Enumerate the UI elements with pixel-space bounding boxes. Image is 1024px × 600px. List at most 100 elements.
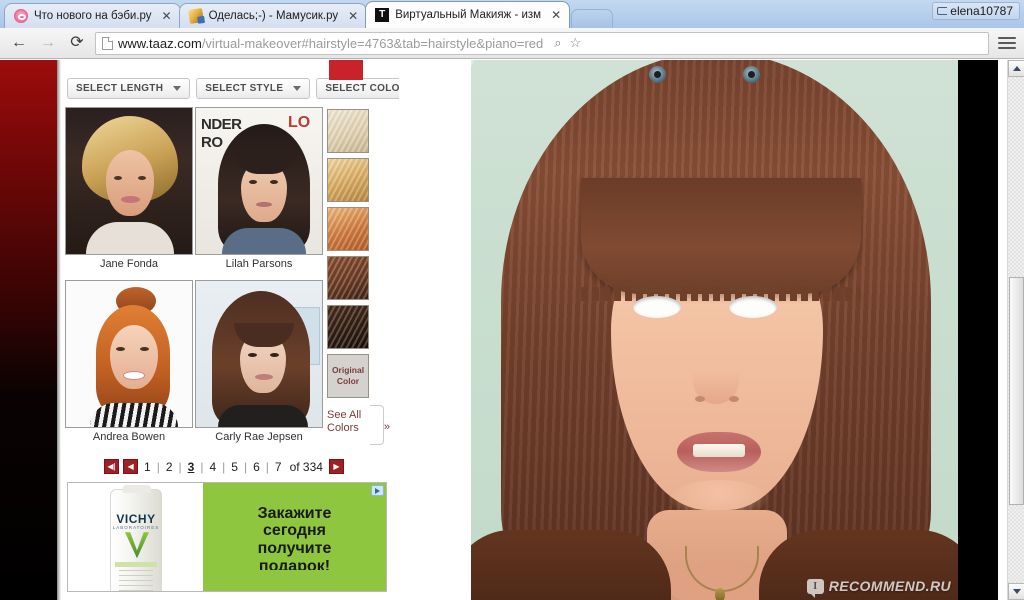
baby-ru-icon <box>14 9 28 23</box>
pagination-separator: | <box>265 459 269 474</box>
speech-bubble-icon: I <box>806 578 824 598</box>
color-swatch-original[interactable]: Original Color <box>327 354 369 398</box>
browser-tab-3-active[interactable]: T Виртуальный Макияж - изм ✕ <box>365 1 571 28</box>
hairstyle-name: Andrea Bowen <box>92 431 166 444</box>
chevron-up-icon <box>1012 66 1021 71</box>
select-color-label: SELECT COLOR <box>325 83 408 94</box>
tab-close-icon[interactable]: ✕ <box>162 9 172 23</box>
hairstyle-name: Carly Rae Jepsen <box>215 431 303 444</box>
profile-chip[interactable]: elena10787 <box>932 2 1020 20</box>
pagination-separator: | <box>178 459 182 474</box>
hair-color-swatch-column: Original Color See All Colors » <box>327 107 390 449</box>
chrome-menu-icon[interactable] <box>998 33 1016 53</box>
pagination-page-1[interactable]: 1 <box>142 460 153 474</box>
ad-line-3: получите <box>257 539 332 557</box>
vertical-scrollbar[interactable] <box>1007 60 1024 600</box>
hairstyle-card[interactable]: Andrea Bowen <box>65 280 193 449</box>
pagination-page-4[interactable]: 4 <box>207 460 218 474</box>
mamusik-ru-icon <box>187 8 204 24</box>
chevron-down-icon <box>173 86 182 91</box>
bookmark-star-icon[interactable]: ☆ <box>570 35 582 51</box>
scroll-down-button[interactable] <box>1008 583 1024 600</box>
browser-tab-2[interactable]: Оделась;-) - Мамусик.ру ✕ <box>178 3 368 28</box>
pagination-next-button[interactable]: ▶ <box>328 459 344 475</box>
photo-teeth <box>693 444 745 457</box>
pagination-prev-button[interactable]: ◀ <box>123 459 139 475</box>
tab-title: Оделась;-) - Мамусик.ру <box>208 10 339 22</box>
ad-line-1: Закажите <box>257 504 332 522</box>
scrollbar-thumb[interactable] <box>1009 277 1024 505</box>
hairstyle-card[interactable]: Carly Rae Jepsen <box>195 280 323 449</box>
hairstyle-thumbnail-carly-rae-jepsen[interactable] <box>195 280 323 429</box>
omnibox-icons: ⌕ ☆ <box>554 35 581 51</box>
tab-close-icon[interactable]: ✕ <box>551 8 561 22</box>
thumb-poster-text: NDER <box>201 116 242 133</box>
page-viewport: SELECT LENGTH SELECT STYLE SELECT COLOR <box>0 60 1024 600</box>
original-color-label: Original Color <box>331 365 365 386</box>
pagination-first-button[interactable]: ◀| <box>104 459 120 475</box>
photo-nostril-right <box>729 396 739 402</box>
thumb-poster-text: RO <box>201 134 223 151</box>
photo-pupil-left <box>654 71 661 78</box>
thumbnail-art <box>66 281 192 428</box>
hairstyle-panel: SELECT LENGTH SELECT STYLE SELECT COLOR <box>61 60 435 600</box>
hairstyle-card[interactable]: NDER RO LO Lilah Parsons <box>195 107 323 276</box>
ad-copy-panel[interactable]: Закажите сегодня получите подарок! <box>203 483 386 592</box>
pagination-page-3-current[interactable]: 3 <box>186 460 197 474</box>
new-tab-button[interactable] <box>571 9 614 28</box>
select-length-dropdown[interactable]: SELECT LENGTH <box>67 78 191 99</box>
select-style-dropdown[interactable]: SELECT STYLE <box>196 78 311 99</box>
url-path: /virtual-makeover#hairstyle=4763&tab=hai… <box>201 35 544 51</box>
scrollbar-track[interactable] <box>1008 77 1024 583</box>
browser-tab-1[interactable]: Что нового на бэби.ру ✕ <box>4 3 181 28</box>
hairstyle-thumbnail-jane-fonda[interactable] <box>65 107 193 255</box>
search-icon[interactable]: ⌕ <box>554 35 561 51</box>
photo-eyebrow-left <box>629 286 683 293</box>
url-text: www.taaz.com/virtual-makeover#hairstyle=… <box>118 36 543 51</box>
pagination-page-2[interactable]: 2 <box>164 460 175 474</box>
back-button[interactable]: ← <box>8 32 30 54</box>
color-swatch-platinum-blonde[interactable] <box>327 109 369 153</box>
makeover-photo[interactable]: I RECOMMEND.RU <box>471 60 959 600</box>
page-left-gutter <box>0 60 57 600</box>
thumbnail-art <box>196 281 322 428</box>
profile-icon <box>937 7 948 15</box>
thumbnail-art: NDER RO LO <box>196 108 322 254</box>
watermark-text: RECOMMEND.RU <box>828 578 951 594</box>
recommend-ru-watermark: I RECOMMEND.RU <box>806 578 951 598</box>
color-swatch-medium-brown[interactable] <box>327 256 369 300</box>
makeover-preview-pane: I RECOMMEND.RU <box>399 60 998 600</box>
color-swatch-dark-brown[interactable] <box>327 305 369 349</box>
color-swatch-copper-red[interactable] <box>327 207 369 251</box>
ad-line-4: подарок! <box>258 557 331 570</box>
hairstyle-card[interactable]: Jane Fonda <box>65 107 193 276</box>
tab-close-icon[interactable]: ✕ <box>348 9 358 23</box>
taaz-t-icon: T <box>375 8 390 22</box>
see-all-tab-shape <box>370 405 384 445</box>
forward-button[interactable]: → <box>37 32 59 54</box>
pagination-total-label: of 334 <box>289 459 323 474</box>
color-swatch-golden-blonde[interactable] <box>327 158 369 202</box>
hairstyle-grid: Jane Fonda NDER RO LO Lilah Parsons Andr… <box>65 107 323 449</box>
chevron-down-icon <box>293 86 302 91</box>
browser-window: Что нового на бэби.ру ✕ Оделась;-) - Мам… <box>0 0 1024 600</box>
see-all-colors-link[interactable]: See All Colors » <box>327 405 390 445</box>
hairstyle-thumbnail-lilah-parsons[interactable]: NDER RO LO <box>195 107 323 255</box>
adchoices-icon[interactable] <box>371 485 384 497</box>
photo-hair-left-fall <box>471 530 671 600</box>
advertisement-banner[interactable]: VICHY LABORATOIRES Закажите сегодня полу… <box>67 482 387 593</box>
pagination-page-6[interactable]: 6 <box>251 460 262 474</box>
pagination-separator: | <box>222 459 226 474</box>
reload-button[interactable]: ⟳ <box>66 32 88 54</box>
pagination-page-5[interactable]: 5 <box>229 460 240 474</box>
red-overlay-marker <box>329 60 363 80</box>
ad-line-2: сегодня <box>263 522 326 540</box>
page-info-icon[interactable] <box>102 36 113 50</box>
scroll-up-button[interactable] <box>1008 60 1024 77</box>
chevron-down-icon <box>1012 589 1021 594</box>
pagination-page-7[interactable]: 7 <box>273 460 284 474</box>
address-bar[interactable]: www.taaz.com/virtual-makeover#hairstyle=… <box>95 31 989 55</box>
photo-eye-right <box>729 296 777 318</box>
tab-title: Что нового на бэби.ру <box>34 10 152 22</box>
hairstyle-thumbnail-andrea-bowen[interactable] <box>65 280 193 429</box>
